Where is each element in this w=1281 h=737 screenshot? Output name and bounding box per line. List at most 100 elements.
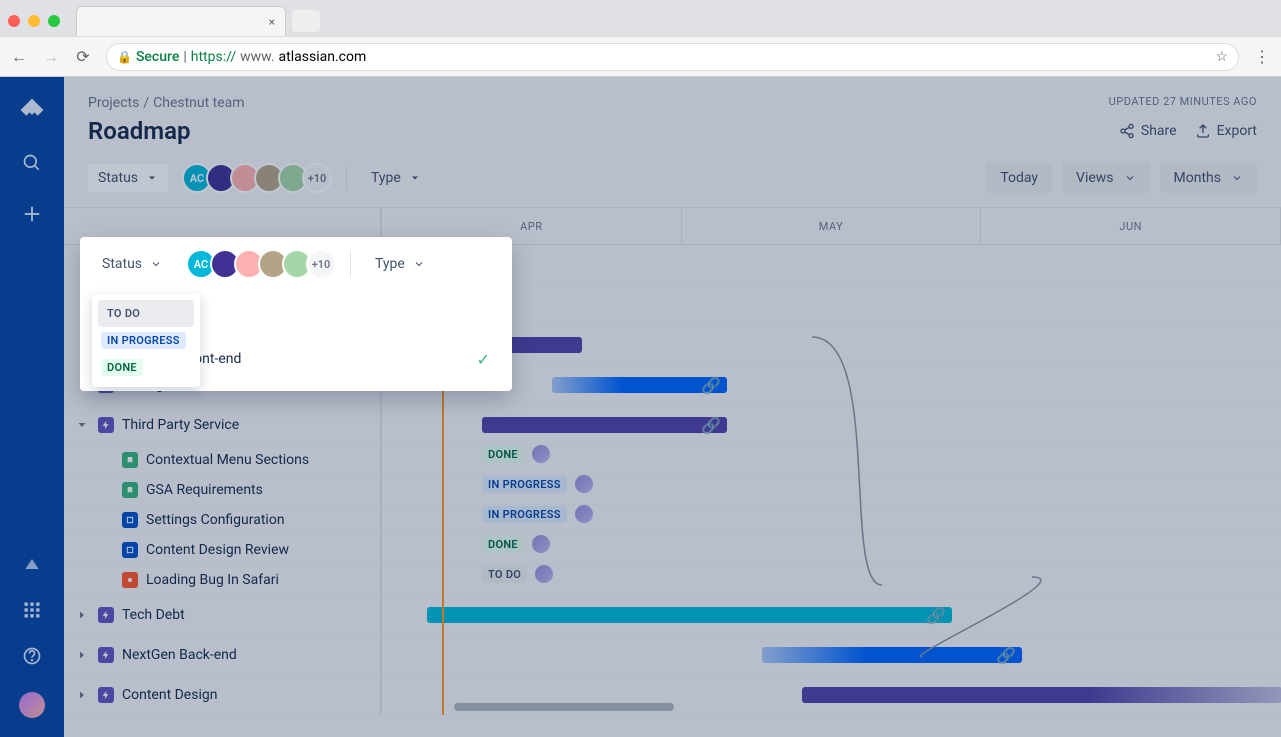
bookmark-icon[interactable]: ☆	[1215, 49, 1228, 65]
page-title: Roadmap	[88, 117, 190, 145]
expand-icon[interactable]	[74, 689, 90, 701]
epic-row[interactable]: Tech Debt 🔗	[64, 595, 1281, 635]
subtask-row[interactable]: Contextual Menu Sections DONE	[64, 445, 1281, 475]
new-tab-button[interactable]	[292, 10, 320, 32]
back-button[interactable]: ←	[10, 47, 28, 67]
subtask-row[interactable]: Loading Bug In Safari TO DO	[64, 565, 1281, 595]
type-filter[interactable]: Type	[361, 164, 431, 192]
timeline-bar[interactable]: 🔗	[482, 417, 727, 433]
timeline-bar[interactable]: 🔗	[762, 647, 1022, 663]
jira-logo-icon[interactable]	[19, 97, 45, 127]
timeline-bar[interactable]: 🔗	[427, 607, 952, 623]
assignee-avatars[interactable]: AC +10	[182, 163, 332, 193]
forward-button: →	[42, 47, 60, 67]
link-icon: 🔗	[701, 416, 721, 435]
month-label: MAY	[682, 208, 982, 244]
assignee-avatar[interactable]	[532, 535, 550, 553]
updated-label: UPDATED 27 MINUTES AGO	[1109, 95, 1257, 108]
menu-icon[interactable]: ⋮	[1253, 47, 1271, 66]
tab-bar: ×	[0, 0, 1281, 36]
status-option-in-progress[interactable]: IN PROGRESS	[98, 327, 194, 354]
assignee-avatar[interactable]	[575, 475, 593, 493]
chevron-down-icon	[413, 258, 425, 270]
subtask-name: Contextual Menu Sections	[146, 452, 309, 468]
views-dropdown[interactable]: Views	[1062, 163, 1150, 193]
bug-icon	[122, 572, 138, 588]
status-option-done[interactable]: DONE	[98, 354, 194, 381]
subtask-name: GSA Requirements	[146, 482, 263, 498]
export-icon	[1195, 123, 1211, 139]
subtask-name: Loading Bug In Safari	[146, 572, 279, 588]
profile-avatar[interactable]	[19, 692, 45, 718]
timeline-bar[interactable]: 🔗	[552, 377, 727, 393]
search-icon[interactable]	[22, 153, 42, 177]
close-window-button[interactable]	[8, 15, 20, 27]
reload-button[interactable]: ⟳	[74, 47, 92, 66]
page-header: UPDATED 27 MINUTES AGO Projects / Chestn…	[64, 77, 1281, 153]
month-label: JUN	[981, 208, 1281, 244]
export-label: Export	[1217, 123, 1257, 139]
status-badge: DONE	[482, 536, 524, 553]
status-badge: TO DO	[482, 566, 527, 583]
check-icon: ✓	[477, 350, 490, 369]
type-filter[interactable]: Type	[365, 250, 435, 278]
share-icon	[1119, 123, 1135, 139]
epic-icon	[98, 417, 114, 433]
breadcrumb: Projects / Chestnut team	[88, 95, 1109, 111]
timeline-bar[interactable]	[802, 687, 1281, 703]
assignee-avatars[interactable]: AC +10	[186, 249, 336, 279]
global-sidebar	[0, 77, 64, 737]
horizontal-scrollbar[interactable]	[454, 703, 674, 711]
subtask-row[interactable]: Content Design Review DONE	[64, 535, 1281, 565]
browser-chrome: × ← → ⟳ 🔒 Secure | https://www.atlassian…	[0, 0, 1281, 77]
epic-row[interactable]: Third Party Service 🔗	[64, 405, 1281, 445]
avatar-more[interactable]: +10	[302, 163, 332, 193]
collapse-icon[interactable]	[74, 419, 90, 431]
url-scheme: https://	[191, 49, 236, 65]
assignee-avatar[interactable]	[535, 565, 553, 583]
assignee-avatar[interactable]	[575, 505, 593, 523]
assignee-avatar[interactable]	[532, 445, 550, 463]
status-filter[interactable]: Status	[88, 164, 168, 192]
today-button[interactable]: Today	[986, 163, 1052, 193]
epic-name: Front-end	[182, 351, 469, 367]
status-filter-open[interactable]: Status TO DO IN PROGRESS DONE	[92, 250, 172, 278]
avatar-more[interactable]: +10	[306, 249, 336, 279]
export-button[interactable]: Export	[1195, 123, 1257, 139]
breadcrumb-projects[interactable]: Projects	[88, 95, 139, 111]
status-filter-popover: Status TO DO IN PROGRESS DONE AC +10 Typ…	[80, 237, 512, 391]
create-icon[interactable]	[21, 203, 43, 229]
task-icon	[122, 512, 138, 528]
months-dropdown[interactable]: Months	[1160, 163, 1257, 193]
chevron-down-icon	[409, 172, 421, 184]
maximize-window-button[interactable]	[48, 15, 60, 27]
chevron-down-icon	[1231, 172, 1243, 184]
share-label: Share	[1141, 123, 1177, 139]
epic-row[interactable]: NextGen Back-end 🔗	[64, 635, 1281, 675]
status-dropdown-menu: TO DO IN PROGRESS DONE	[92, 294, 200, 387]
main-content: UPDATED 27 MINUTES AGO Projects / Chestn…	[64, 77, 1281, 737]
apps-icon[interactable]	[22, 600, 42, 624]
epic-name: NextGen Back-end	[122, 647, 237, 663]
close-tab-icon[interactable]: ×	[269, 15, 275, 29]
subtask-row[interactable]: Settings Configuration IN PROGRESS	[64, 505, 1281, 535]
share-button[interactable]: Share	[1119, 123, 1177, 139]
breadcrumb-team[interactable]: Chestnut team	[153, 95, 244, 111]
lock-icon: 🔒	[117, 50, 132, 64]
notifications-icon[interactable]	[22, 554, 42, 578]
link-icon: 🔗	[701, 376, 721, 395]
help-icon[interactable]	[22, 646, 42, 670]
subtask-name: Settings Configuration	[146, 512, 285, 528]
filter-bar: Status AC +10 Type Today Views Months	[64, 153, 1281, 207]
expand-icon[interactable]	[74, 609, 90, 621]
story-icon	[122, 452, 138, 468]
epic-name: Content Design	[122, 687, 217, 703]
browser-tab[interactable]: ×	[76, 6, 286, 36]
subtask-row[interactable]: GSA Requirements IN PROGRESS	[64, 475, 1281, 505]
minimize-window-button[interactable]	[28, 15, 40, 27]
status-option-todo[interactable]: TO DO	[98, 300, 194, 327]
window-controls	[8, 15, 60, 27]
url-field[interactable]: 🔒 Secure | https://www.atlassian.com ☆	[106, 43, 1239, 71]
chevron-down-icon	[150, 258, 162, 270]
expand-icon[interactable]	[74, 649, 90, 661]
